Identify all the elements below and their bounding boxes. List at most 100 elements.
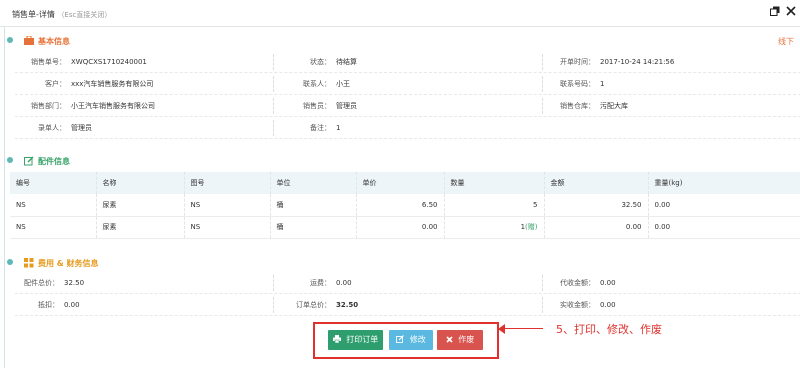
- col-header: 金额: [544, 172, 649, 194]
- cell-qty: 1(赠): [444, 216, 545, 239]
- table-row: NS 尿素 NS 桶 6.50 5 32.50 0.00: [10, 194, 800, 217]
- received-field: 实收金额： 0.00: [560, 294, 616, 316]
- customer-value: xxx汽车销售服务有限公司: [71, 80, 154, 88]
- maximize-icon[interactable]: [769, 6, 781, 18]
- printer-icon: [332, 335, 344, 344]
- parts-total-value: 32.50: [64, 279, 85, 287]
- cell-weight: 0.00: [648, 194, 800, 217]
- order-total-value: 32.50: [336, 301, 359, 309]
- briefcase-icon: [24, 35, 34, 45]
- close-icon[interactable]: [785, 6, 797, 18]
- dept-field: 销售部门： 小王汽车销售服务有限公司: [31, 95, 155, 117]
- col-header: 编号: [10, 172, 97, 194]
- received-label: 实收金额：: [560, 301, 595, 309]
- edit-button[interactable]: 修改: [389, 330, 433, 350]
- collect-label: 代收金额：: [560, 279, 595, 287]
- table-row: NS 尿素 NS 桶 0.00 1(赠) 0.00 0.00: [10, 216, 800, 239]
- open-time-value: 2017-10-24 14:21:56: [600, 58, 675, 66]
- salesman-value: 管理员: [336, 102, 357, 110]
- section-basic-info-title: 基本信息: [38, 37, 70, 46]
- order-no-label: 销售单号：: [31, 58, 66, 66]
- collect-field: 代收金额： 0.00: [560, 272, 616, 294]
- info-row: 销售单号： XWQCXS1710240001 状态： 待结算 开单时间： 201…: [15, 51, 800, 73]
- salesman-label: 销售员：: [303, 102, 331, 110]
- col-header: 重量(kg): [648, 172, 800, 194]
- parts-table: 编号 名称 图号 单位 单价 数量 金额 重量(kg) NS 尿素 NS 桶 6…: [10, 172, 800, 239]
- section-parts-title: 配件信息: [38, 157, 70, 166]
- status-field: 状态： 待结算: [310, 51, 357, 73]
- status-label: 状态：: [310, 58, 331, 66]
- window-titlebar: 销售单-详情 （Esc直接关闭）: [0, 0, 800, 27]
- cell-price: 0.00: [356, 216, 445, 239]
- section-marker-dot: [7, 259, 13, 265]
- freight-field: 运费： 0.00: [310, 272, 352, 294]
- section-basic-info-head: 基本信息 线下: [7, 30, 800, 50]
- recorder-label: 录单人：: [38, 124, 66, 132]
- print-order-button[interactable]: 打印订单: [328, 330, 383, 350]
- info-row: 销售部门： 小王汽车销售服务有限公司 销售员： 管理员 销售仓库： 污配大库: [15, 95, 800, 117]
- info-row: 抵扣： 0.00 订单总价： 32.50 实收金额： 0.00: [15, 294, 800, 316]
- detail-frame: 基本信息 线下 销售单号： XWQCXS1710240001 状态： 待结算 开…: [4, 27, 800, 368]
- warehouse-label: 销售仓库：: [560, 102, 595, 110]
- annotation-arrow-icon: [498, 324, 505, 334]
- discount-label: 抵扣：: [38, 301, 59, 309]
- cell-drawing: NS: [184, 194, 271, 217]
- window-title: 销售单-详情 （Esc直接关闭）: [12, 9, 111, 20]
- salesman-field: 销售员： 管理员: [303, 95, 357, 117]
- annotation-arrow-line: [503, 328, 543, 329]
- freight-label: 运费：: [310, 279, 331, 287]
- phone-label: 联系号码：: [560, 80, 595, 88]
- parts-total-field: 配件总价： 32.50: [24, 272, 85, 294]
- void-label: 作废: [458, 335, 475, 344]
- section-marker-dot: [7, 37, 13, 43]
- section-parts-head: 配件信息: [7, 150, 800, 170]
- order-total-field: 订单总价： 32.50: [296, 294, 359, 316]
- contact-label: 联系人：: [303, 80, 331, 88]
- col-header: 单位: [270, 172, 357, 194]
- recorder-value: 管理员: [71, 124, 92, 132]
- cell-qty: 5: [444, 194, 545, 217]
- col-header: 单价: [356, 172, 445, 194]
- collect-value: 0.00: [600, 279, 616, 287]
- collapse-link[interactable]: 线下: [778, 36, 794, 47]
- phone-value: 1: [600, 80, 605, 88]
- cell-code: NS: [10, 216, 97, 239]
- void-button[interactable]: 作废: [437, 330, 483, 350]
- cell-name: 尿素: [96, 194, 185, 217]
- order-no-value: XWQCXS1710240001: [71, 58, 147, 66]
- contact-field: 联系人： 小王: [303, 73, 350, 95]
- window-title-hint: （Esc直接关闭）: [57, 11, 112, 19]
- open-time-label: 开单时间：: [560, 58, 595, 66]
- info-row: 客户： xxx汽车销售服务有限公司 联系人： 小王 联系号码： 1: [15, 73, 800, 95]
- open-time-field: 开单时间： 2017-10-24 14:21:56: [560, 51, 675, 73]
- col-header: 图号: [184, 172, 271, 194]
- discount-field: 抵扣： 0.00: [38, 294, 80, 316]
- cell-name: 尿素: [96, 216, 185, 239]
- window-title-text: 销售单-详情: [12, 10, 55, 19]
- parts-total-label: 配件总价：: [24, 279, 59, 287]
- table-header-row: 编号 名称 图号 单位 单价 数量 金额 重量(kg): [10, 172, 800, 194]
- received-value: 0.00: [600, 301, 616, 309]
- dept-value: 小王汽车销售服务有限公司: [71, 102, 155, 110]
- contact-value: 小王: [336, 80, 350, 88]
- remark-label: 备注：: [310, 124, 331, 132]
- col-header: 名称: [96, 172, 185, 194]
- section-marker-dot: [7, 157, 13, 163]
- dept-label: 销售部门：: [31, 102, 66, 110]
- qty-note: (赠): [525, 223, 538, 231]
- info-row: 配件总价： 32.50 运费： 0.00 代收金额： 0.00: [15, 272, 800, 294]
- phone-field: 联系号码： 1: [560, 73, 605, 95]
- cell-unit: 桶: [270, 194, 357, 217]
- edit-icon: [396, 335, 407, 344]
- print-order-label: 打印订单: [346, 335, 379, 344]
- status-value: 待结算: [336, 58, 357, 66]
- section-costs-head: 费用 & 财务信息: [7, 252, 800, 272]
- grid-icon: [24, 258, 34, 268]
- warehouse-field: 销售仓库： 污配大库: [560, 95, 628, 117]
- discount-value: 0.00: [64, 301, 80, 309]
- recorder-field: 录单人： 管理员: [38, 117, 92, 139]
- freight-value: 0.00: [336, 279, 352, 287]
- qty-value: 5: [533, 200, 538, 209]
- remark-value: 1: [336, 124, 341, 132]
- annotation-text: 5、打印、修改、作废: [556, 323, 662, 336]
